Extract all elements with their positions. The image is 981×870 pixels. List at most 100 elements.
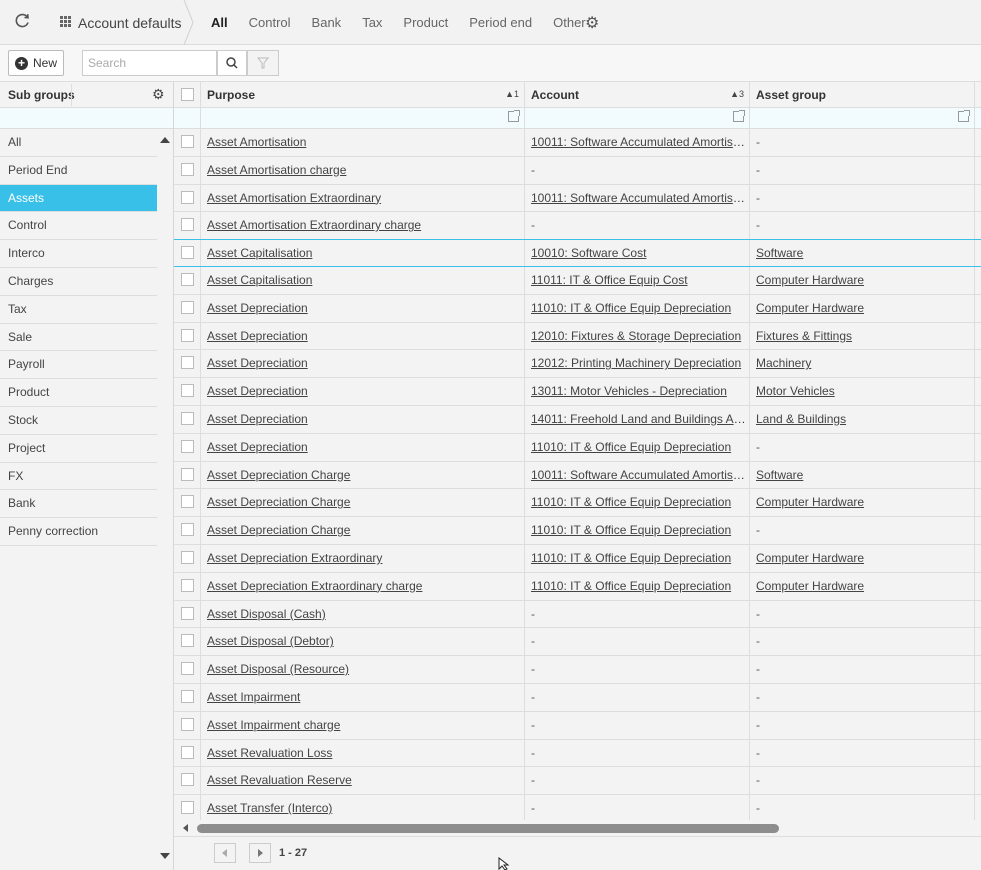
- table-row[interactable]: Asset Disposal (Resource) - -: [174, 656, 981, 684]
- row-checkbox[interactable]: [181, 356, 194, 370]
- table-row[interactable]: Asset Revaluation Loss - -: [174, 739, 981, 768]
- row-checkbox[interactable]: [181, 162, 194, 176]
- table-row[interactable]: Asset Depreciation 11010: IT & Office Equ…: [174, 433, 981, 462]
- subgroup-item[interactable]: Payroll: [0, 351, 157, 380]
- scroll-up-icon[interactable]: [160, 137, 170, 143]
- purpose-link[interactable]: Asset Depreciation: [207, 440, 308, 454]
- asset-group-link[interactable]: Computer Hardware: [756, 579, 864, 593]
- filter-button[interactable]: [247, 50, 279, 76]
- table-row[interactable]: Asset Capitalisation 10010: Software Cost…: [174, 239, 981, 267]
- table-row[interactable]: Asset Amortisation Extraordinary charge -…: [174, 212, 981, 241]
- account-link[interactable]: 11010: IT & Office Equip Depreciation: [531, 579, 731, 593]
- table-row[interactable]: Asset Amortisation charge - -: [174, 156, 981, 185]
- table-row[interactable]: Asset Impairment - -: [174, 683, 981, 712]
- select-all-checkbox[interactable]: [181, 88, 194, 101]
- account-link[interactable]: 11010: IT & Office Equip Depreciation: [531, 523, 731, 537]
- purpose-link[interactable]: Asset Transfer (Interco): [207, 801, 332, 815]
- subgroup-item[interactable]: Assets: [0, 184, 157, 213]
- account-link[interactable]: 13011: Motor Vehicles - Depreciation: [531, 384, 727, 398]
- table-row[interactable]: Asset Depreciation 12012: Printing Machin…: [174, 350, 981, 379]
- popout-icon[interactable]: [508, 110, 520, 122]
- table-row[interactable]: Asset Disposal (Debtor) - -: [174, 628, 981, 657]
- asset-group-link[interactable]: Computer Hardware: [756, 301, 864, 315]
- row-checkbox[interactable]: [181, 328, 194, 342]
- tab-product[interactable]: Product: [403, 15, 448, 30]
- subgroup-item[interactable]: Project: [0, 434, 157, 463]
- row-checkbox[interactable]: [181, 717, 194, 731]
- purpose-link[interactable]: Asset Depreciation: [207, 384, 308, 398]
- asset-group-link[interactable]: Motor Vehicles: [756, 384, 835, 398]
- table-row[interactable]: Asset Revaluation Reserve - -: [174, 767, 981, 796]
- purpose-link[interactable]: Asset Depreciation Charge: [207, 495, 350, 509]
- column-header-asset-group[interactable]: Asset group: [750, 82, 975, 107]
- purpose-link[interactable]: Asset Amortisation: [207, 135, 306, 149]
- row-checkbox[interactable]: [181, 272, 194, 286]
- popout-icon[interactable]: [958, 110, 970, 122]
- subgroup-item[interactable]: Charges: [0, 267, 157, 296]
- table-row[interactable]: Asset Depreciation Charge 11010: IT & Off…: [174, 489, 981, 518]
- account-link[interactable]: 10010: Software Cost: [531, 246, 646, 260]
- account-link[interactable]: 11010: IT & Office Equip Depreciation: [531, 440, 731, 454]
- subgroup-item[interactable]: Product: [0, 379, 157, 407]
- column-header-account[interactable]: Account ▲3: [525, 82, 750, 107]
- tab-other[interactable]: Other: [553, 15, 586, 30]
- popout-icon[interactable]: [733, 110, 745, 122]
- tab-period-end[interactable]: Period end: [469, 15, 532, 30]
- table-row[interactable]: Asset Depreciation Extraordinary 11010: I…: [174, 544, 981, 573]
- account-link[interactable]: 10011: Software Accumulated Amortisation: [531, 191, 749, 205]
- table-row[interactable]: Asset Depreciation 14011: Freehold Land a…: [174, 405, 981, 434]
- row-checkbox[interactable]: [181, 801, 194, 815]
- next-page-button[interactable]: [249, 843, 271, 863]
- row-checkbox[interactable]: [181, 689, 194, 703]
- filter-cell-asset-group[interactable]: [750, 108, 975, 128]
- filter-cell-purpose[interactable]: [201, 108, 525, 128]
- account-link[interactable]: 10011: Software Accumulated Amortisation: [531, 468, 749, 482]
- subgroup-item[interactable]: Tax: [0, 295, 157, 324]
- subgroup-item[interactable]: FX: [0, 462, 157, 491]
- subgroup-item[interactable]: Stock: [0, 406, 157, 435]
- row-checkbox[interactable]: [181, 135, 194, 148]
- row-checkbox[interactable]: [181, 634, 194, 648]
- subgroup-item[interactable]: Control: [0, 212, 157, 241]
- purpose-link[interactable]: Asset Amortisation Extraordinary: [207, 191, 381, 205]
- purpose-link[interactable]: Asset Impairment: [207, 690, 300, 704]
- purpose-link[interactable]: Asset Depreciation Extraordinary charge: [207, 579, 422, 593]
- asset-group-link[interactable]: Computer Hardware: [756, 495, 864, 509]
- scroll-down-icon[interactable]: [160, 853, 170, 859]
- row-checkbox[interactable]: [181, 550, 194, 564]
- row-checkbox[interactable]: [181, 411, 194, 425]
- table-row[interactable]: Asset Depreciation 12010: Fixtures & Stor…: [174, 322, 981, 351]
- purpose-link[interactable]: Asset Depreciation Charge: [207, 523, 350, 537]
- purpose-link[interactable]: Asset Disposal (Cash): [207, 607, 326, 621]
- subgroup-item[interactable]: All: [0, 129, 157, 157]
- asset-group-link[interactable]: Computer Hardware: [756, 551, 864, 565]
- subgroup-item[interactable]: Sale: [0, 323, 157, 352]
- horizontal-scrollbar[interactable]: [174, 820, 981, 836]
- purpose-link[interactable]: Asset Disposal (Resource): [207, 662, 349, 676]
- row-checkbox[interactable]: [181, 246, 194, 260]
- table-row[interactable]: Asset Depreciation 11010: IT & Office Equ…: [174, 294, 981, 323]
- account-link[interactable]: 10011: Software Accumulated Amortisation: [531, 135, 749, 149]
- search-button[interactable]: [217, 50, 247, 76]
- purpose-link[interactable]: Asset Capitalisation: [207, 273, 312, 287]
- row-checkbox[interactable]: [181, 606, 194, 620]
- table-row[interactable]: Asset Amortisation 10011: Software Accumu…: [174, 129, 981, 157]
- tab-bank[interactable]: Bank: [312, 15, 342, 30]
- gear-icon[interactable]: ⚙: [585, 13, 599, 33]
- table-row[interactable]: Asset Transfer (Interco) - -: [174, 795, 981, 823]
- tab-tax[interactable]: Tax: [362, 15, 382, 30]
- search-input[interactable]: [82, 50, 217, 76]
- tab-all[interactable]: All: [211, 15, 228, 30]
- purpose-link[interactable]: Asset Depreciation Extraordinary: [207, 551, 382, 565]
- table-row[interactable]: Asset Depreciation Extraordinary charge 1…: [174, 572, 981, 601]
- row-checkbox[interactable]: [181, 578, 194, 592]
- row-checkbox[interactable]: [181, 495, 194, 509]
- subgroups-settings-icon[interactable]: ⚙: [152, 86, 165, 103]
- table-row[interactable]: Asset Impairment charge - -: [174, 711, 981, 740]
- purpose-link[interactable]: Asset Depreciation: [207, 329, 308, 343]
- row-checkbox[interactable]: [181, 745, 194, 759]
- table-row[interactable]: Asset Depreciation 13011: Motor Vehicles …: [174, 378, 981, 406]
- account-link[interactable]: 12012: Printing Machinery Depreciation: [531, 356, 741, 370]
- table-row[interactable]: Asset Depreciation Charge 10011: Software…: [174, 461, 981, 490]
- account-link[interactable]: 14011: Freehold Land and Buildings Accum…: [531, 412, 749, 426]
